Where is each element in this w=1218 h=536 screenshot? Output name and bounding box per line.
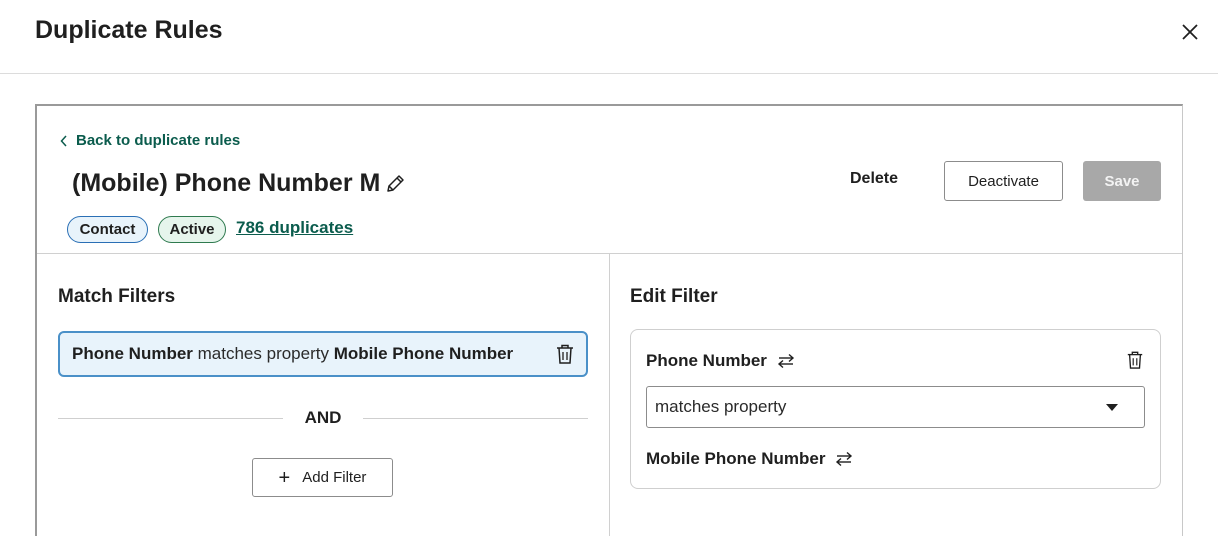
and-divider-left [58, 418, 283, 419]
back-link[interactable]: Back to duplicate rules [60, 132, 240, 149]
swap-icon[interactable] [835, 451, 853, 467]
target-property: Mobile Phone Number [646, 449, 853, 469]
status-badge: Active [158, 216, 226, 243]
modal-title: Duplicate Rules [35, 16, 223, 44]
match-filters-title: Match Filters [58, 286, 176, 307]
object-tag: Contact [67, 216, 148, 243]
back-link-label: Back to duplicate rules [76, 132, 241, 149]
operator-select[interactable]: matches property [646, 386, 1145, 428]
save-button[interactable]: Save [1083, 161, 1161, 201]
filter-property: Phone Number [72, 344, 193, 363]
source-property: Phone Number [646, 351, 795, 371]
filter-operator: matches property [197, 344, 329, 363]
add-filter-label: Add Filter [302, 469, 367, 486]
trash-icon[interactable] [555, 343, 575, 365]
panel-divider [609, 254, 610, 536]
edit-filter-title: Edit Filter [630, 286, 718, 307]
pencil-icon[interactable] [384, 173, 406, 195]
swap-icon[interactable] [777, 353, 795, 369]
and-label: AND [304, 408, 342, 427]
modal-header: Duplicate Rules [0, 0, 1218, 74]
rule-name: (Mobile) Phone Number M [72, 169, 406, 198]
operator-select-value: matches property [655, 397, 787, 416]
add-filter-button[interactable]: + Add Filter [252, 458, 393, 497]
caret-down-icon [1106, 404, 1118, 411]
and-divider-right [363, 418, 588, 419]
target-property-label: Mobile Phone Number [646, 449, 826, 468]
plus-icon: + [278, 466, 291, 489]
filter-chip[interactable]: Phone Number matches property Mobile Pho… [58, 331, 588, 377]
filter-target: Mobile Phone Number [333, 344, 514, 363]
trash-icon[interactable] [1126, 350, 1144, 370]
delete-button[interactable]: Delete [850, 170, 898, 188]
chevron-left-icon [60, 134, 67, 147]
deactivate-button[interactable]: Deactivate [944, 161, 1063, 201]
close-icon[interactable] [1176, 18, 1204, 46]
rule-name-text: (Mobile) Phone Number M [72, 169, 381, 197]
source-property-label: Phone Number [646, 351, 767, 370]
duplicates-link[interactable]: 786 duplicates [236, 218, 353, 238]
